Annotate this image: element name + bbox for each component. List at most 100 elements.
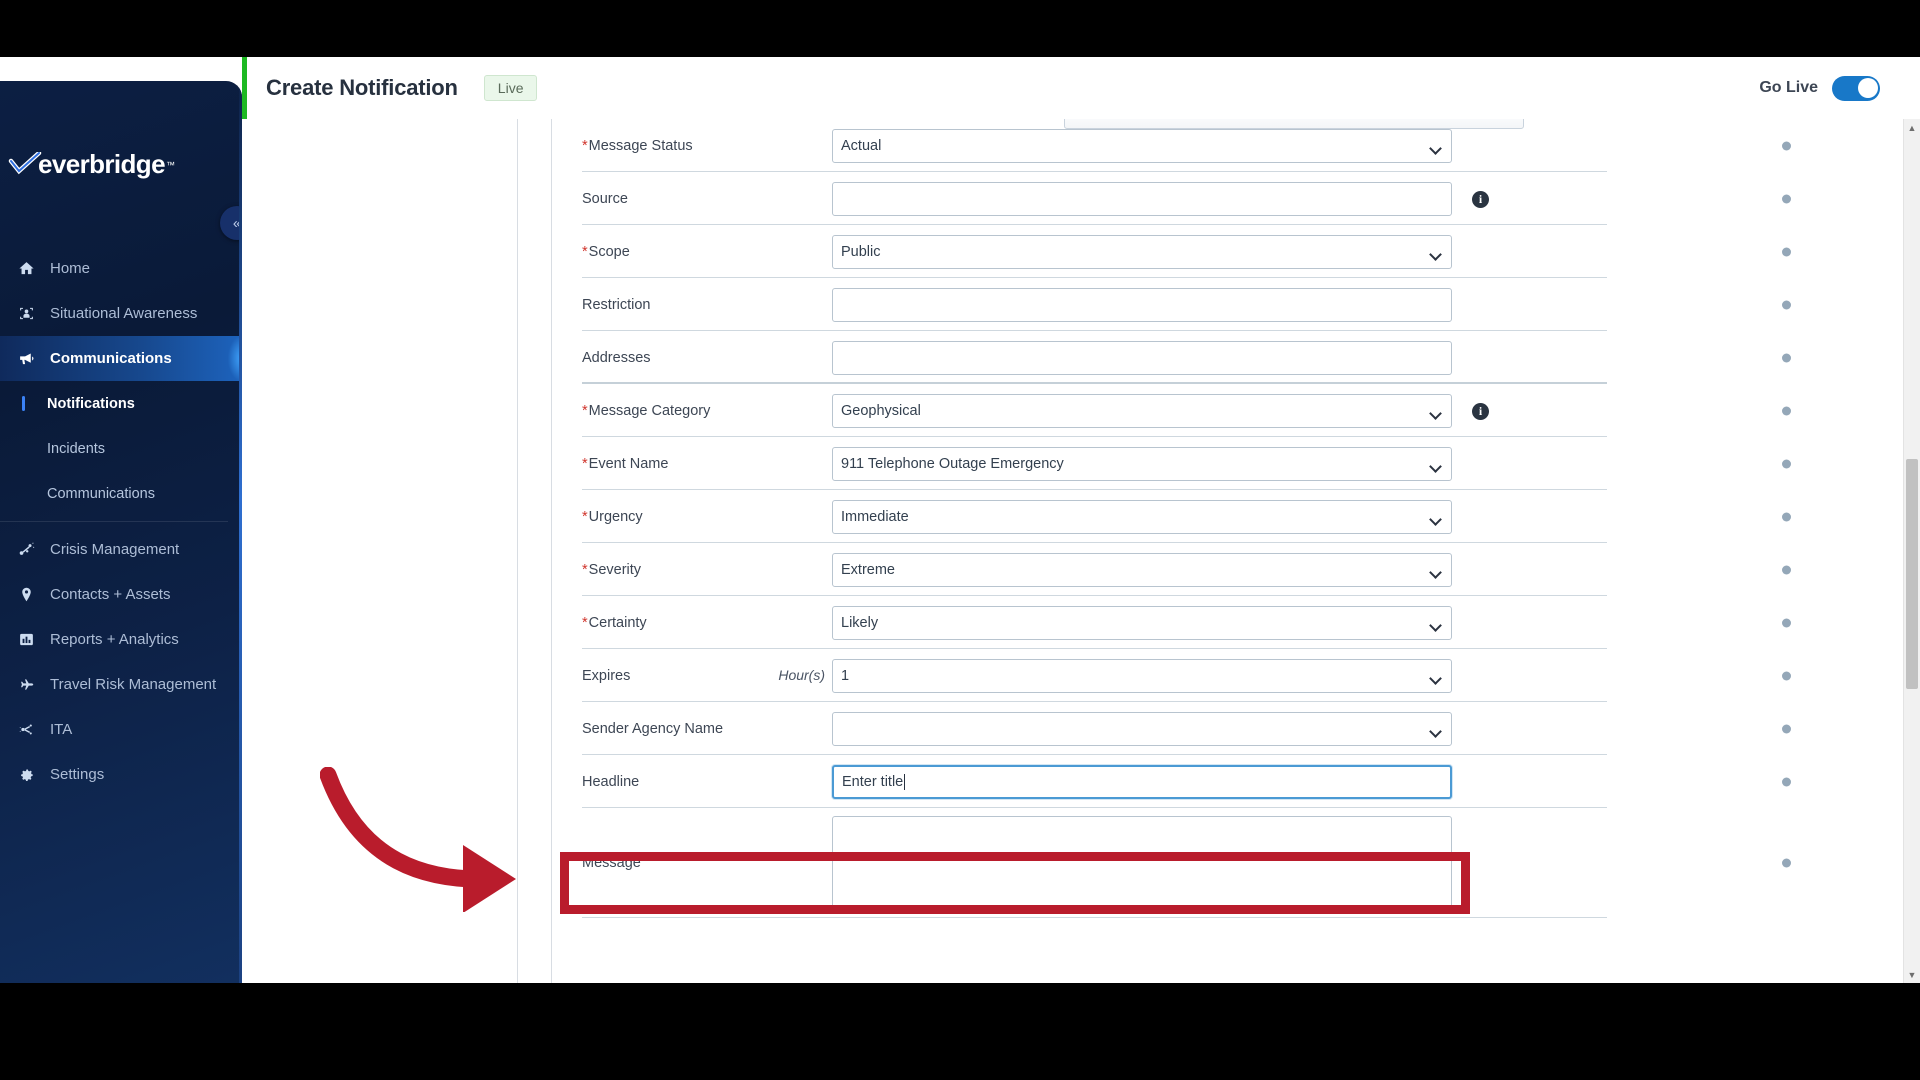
field-control-headline: Enter title	[832, 764, 1791, 799]
airplane-icon	[18, 676, 44, 694]
select-message-category[interactable]: Geophysical	[832, 393, 1452, 428]
row-status-dot	[1782, 194, 1791, 203]
sidebar-collapse-button[interactable]: «	[220, 206, 242, 240]
field-label-source: Source	[582, 191, 832, 207]
form-row-severity: * Severity Extreme	[552, 543, 1920, 596]
select-value: Actual	[841, 137, 882, 154]
form-row-certainty: * Certainty Likely	[552, 596, 1920, 649]
form-row-message-status: * Message Status Actual	[552, 119, 1920, 172]
select-value: 911 Telephone Outage Emergency	[841, 455, 1064, 472]
label-text: Restriction	[582, 296, 651, 313]
go-live-label: Go Live	[1759, 79, 1818, 96]
form-row-expires: Expires Hour(s) 1	[552, 649, 1920, 702]
select-severity[interactable]: Extreme	[832, 552, 1452, 587]
input-headline[interactable]: Enter title	[832, 764, 1452, 799]
field-control-certainty: Likely	[832, 605, 1791, 640]
field-label-scope: * Scope	[582, 244, 832, 260]
field-label-expires: Expires Hour(s)	[582, 667, 832, 684]
field-label-sender-agency-name: Sender Agency Name	[582, 721, 832, 737]
form-row-headline: Headline Enter title	[552, 755, 1920, 808]
form-row-addresses: Addresses	[552, 331, 1920, 384]
label-text: Severity	[588, 561, 642, 578]
sidebar-item-label: Travel Risk Management	[50, 676, 217, 693]
row-status-dot	[1782, 141, 1791, 150]
scroll-up-arrow-icon[interactable]: ▲	[1904, 119, 1920, 136]
sidebar-item-ita[interactable]: ITA	[0, 707, 242, 752]
field-control-addresses	[832, 340, 1791, 375]
label-text: Sender Agency Name	[582, 720, 724, 737]
label-text: Source	[582, 190, 628, 207]
select-urgency[interactable]: Immediate	[832, 499, 1452, 534]
field-label-message-status: * Message Status	[582, 138, 832, 154]
toggle-knob	[1857, 78, 1878, 98]
sidebar-item-crisis-management[interactable]: Crisis Management	[0, 527, 242, 572]
sidebar-item-label: Situational Awareness	[50, 305, 198, 322]
sidebar-item-situational-awareness[interactable]: Situational Awareness	[0, 291, 242, 336]
home-icon	[18, 260, 44, 278]
row-status-dot	[1782, 247, 1791, 256]
select-certainty[interactable]: Likely	[832, 605, 1452, 640]
expires-unit-note: Hour(s)	[778, 667, 825, 683]
sidebar-item-label: Reports + Analytics	[50, 631, 179, 648]
select-value: Public	[841, 243, 881, 260]
input-source[interactable]	[832, 181, 1452, 216]
sidebar-item-reports-analytics[interactable]: Reports + Analytics	[0, 617, 242, 662]
logo-wordmark: everbridge	[38, 149, 166, 179]
sidebar-item-home[interactable]: Home	[0, 246, 242, 291]
active-indicator-bar	[22, 441, 25, 456]
content-area: * Message Status Actual Source i * Scope Public…	[242, 115, 1920, 983]
input-addresses[interactable]	[832, 340, 1452, 375]
field-control-scope: Public	[832, 234, 1791, 269]
select-value: Immediate	[841, 508, 909, 525]
sidebar-subitem-notifications[interactable]: Notifications	[0, 381, 242, 426]
input-restriction[interactable]	[832, 287, 1452, 322]
form-row-event-name: * Event Name 911 Telephone Outage Emergenc…	[552, 437, 1920, 490]
select-scope[interactable]: Public	[832, 234, 1452, 269]
form-row-urgency: * Urgency Immediate	[552, 490, 1920, 543]
required-asterisk: *	[582, 137, 588, 154]
vertical-scrollbar[interactable]: ▲ ▼	[1903, 119, 1920, 983]
field-label-event-name: * Event Name	[582, 456, 832, 472]
select-event-name[interactable]: 911 Telephone Outage Emergency	[832, 446, 1452, 481]
sidebar-item-communications[interactable]: Communications	[0, 336, 242, 381]
sidebar-subitem-communications[interactable]: Communications	[0, 471, 242, 516]
label-text: Event Name	[588, 455, 669, 472]
label-text: Message	[582, 855, 641, 871]
select-sender-agency-name[interactable]	[832, 711, 1452, 746]
live-badge: Live	[483, 75, 538, 101]
scroll-down-arrow-icon[interactable]: ▼	[1904, 966, 1920, 983]
column-divider-left	[517, 119, 518, 983]
field-control-message-status: Actual	[832, 128, 1791, 163]
select-value: Extreme	[841, 561, 895, 578]
logo-trademark: ™	[165, 159, 175, 170]
everbridge-checkmark-icon	[8, 151, 42, 178]
select-expires[interactable]: 1	[832, 658, 1452, 693]
label-text: Message Status	[588, 137, 693, 154]
scrollbar-thumb[interactable]	[1906, 459, 1918, 689]
active-indicator-bar	[22, 486, 25, 501]
required-asterisk: *	[582, 508, 588, 525]
sidebar-divider	[0, 521, 228, 522]
field-control-expires: 1	[832, 658, 1791, 693]
message-textarea[interactable]	[832, 815, 1452, 911]
sidebar-item-travel-risk-management[interactable]: Travel Risk Management	[0, 662, 242, 707]
field-label-severity: * Severity	[582, 562, 832, 578]
main-sidebar: everbridge ™ « Home Situational Awareness…	[0, 81, 242, 983]
info-icon[interactable]: i	[1472, 402, 1489, 420]
sidebar-subitem-label: Notifications	[47, 395, 135, 412]
location-pin-icon	[18, 586, 44, 604]
label-text: Headline	[582, 773, 640, 790]
required-asterisk: *	[582, 455, 588, 472]
row-status-dot	[1782, 406, 1791, 415]
sidebar-item-label: Communications	[50, 350, 172, 367]
sidebar-item-settings[interactable]: Settings	[0, 752, 242, 797]
gear-icon	[18, 766, 44, 784]
go-live-toggle[interactable]	[1832, 75, 1880, 101]
sidebar-item-contacts-assets[interactable]: Contacts + Assets	[0, 572, 242, 617]
sidebar-subitem-label: Communications	[47, 485, 155, 502]
label-text: Expires	[582, 668, 631, 684]
select-message-status[interactable]: Actual	[832, 128, 1452, 163]
sidebar-subitem-incidents[interactable]: Incidents	[0, 426, 242, 471]
info-icon[interactable]: i	[1472, 190, 1489, 208]
text-cursor	[904, 773, 906, 790]
